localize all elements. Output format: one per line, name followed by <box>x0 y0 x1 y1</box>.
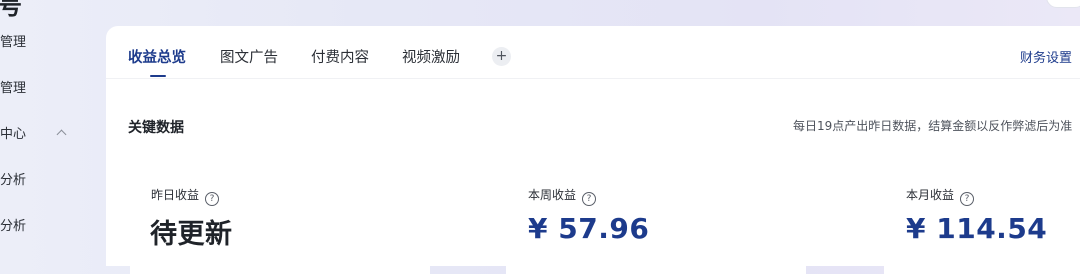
section-note: 每日19点产出昨日数据，结算金额以反作弊滤后为准 <box>793 119 1073 133</box>
sidebar-item-label: 中心 <box>0 127 27 142</box>
section-title: 关键数据 <box>128 120 184 136</box>
tab-earnings-overview[interactable]: 收益总览 <box>128 46 186 67</box>
sidebar-item-label: 管理 <box>0 35 27 50</box>
metric-value: ¥ 57.96 <box>528 212 650 245</box>
help-icon[interactable]: ? <box>205 192 220 206</box>
sidebar-item-label: 分析 <box>0 173 27 188</box>
sidebar-item-manage-2[interactable]: 管理 <box>0 76 100 102</box>
metric-label-text: 本周收益 <box>528 188 577 202</box>
tab-paid-content[interactable]: 付费内容 <box>311 46 369 67</box>
metric-card-this-month: 本月收益? ¥ 114.54 <box>884 154 1080 274</box>
tab-bar: 收益总览 图文广告 付费内容 视频激励 + 财务设置 <box>106 26 1080 79</box>
metric-card-yesterday: 昨日收益? 待更新 <box>130 154 430 274</box>
metric-label: 本周收益? <box>528 186 597 206</box>
sidebar-item-center[interactable]: 中心 <box>0 122 100 148</box>
metric-value: ¥ 114.54 <box>906 212 1048 245</box>
help-icon[interactable]: ? <box>582 192 597 206</box>
metric-value: 待更新 <box>150 219 233 250</box>
tab-video-incentive[interactable]: 视频激励 <box>402 46 460 67</box>
metric-label: 昨日收益? <box>151 186 220 206</box>
tab-image-text-ads[interactable]: 图文广告 <box>220 46 278 67</box>
sidebar-item-analysis[interactable]: 分析 <box>0 168 100 194</box>
top-right-button[interactable] <box>1046 0 1080 8</box>
sidebar-item-label: 管理 <box>0 81 27 96</box>
metric-card-this-week: 本周收益? ¥ 57.96 <box>506 154 806 274</box>
sidebar-item-analysis-2[interactable]: 分析 <box>0 214 100 240</box>
help-icon[interactable]: ? <box>960 192 975 206</box>
active-tab-indicator <box>150 75 166 77</box>
main-panel: 收益总览 图文广告 付费内容 视频激励 + 财务设置 关键数据 每日19点产出昨… <box>106 26 1080 274</box>
finance-settings-link[interactable]: 财务设置 <box>1020 47 1072 66</box>
chevron-up-icon <box>56 129 67 140</box>
add-tab-button[interactable]: + <box>492 47 511 66</box>
metric-label-text: 本月收益 <box>906 188 955 202</box>
metric-cards: 昨日收益? 待更新 本周收益? ¥ 57.96 本月收益? ¥ 114.54 <box>130 154 1080 274</box>
sidebar-item-manage[interactable]: 管理 <box>0 30 100 56</box>
metric-label-text: 昨日收益 <box>151 188 200 202</box>
sidebar-item-label: 分析 <box>0 219 27 234</box>
sidebar: 管理 管理 中心 分析 分析 <box>0 0 104 247</box>
metric-label: 本月收益? <box>906 186 975 206</box>
